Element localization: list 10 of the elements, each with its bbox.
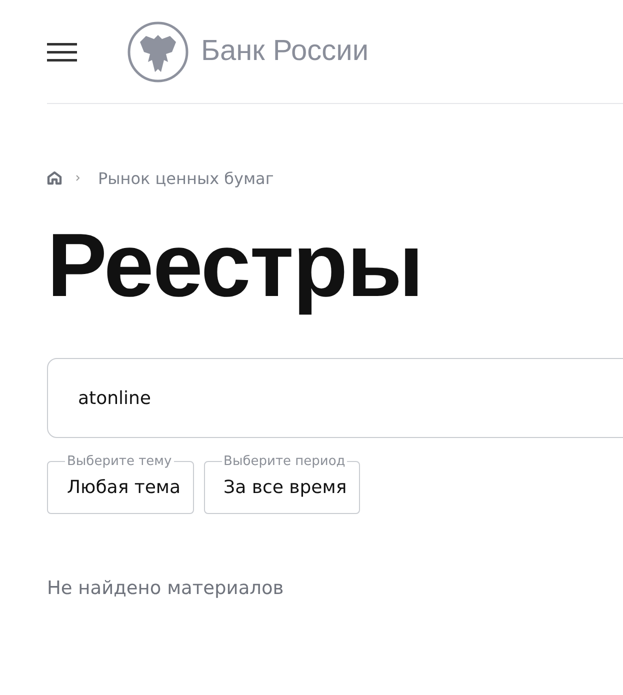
page-title: Реестры (47, 216, 424, 316)
empty-message: Не найдено материалов (47, 578, 285, 599)
filter-dropdown[interactable]: Выберите период За все время (204, 454, 360, 514)
breadcrumb-link[interactable]: Рынок ценных бумаг (98, 168, 274, 188)
chevron-icon (76, 175, 80, 181)
menu-icon[interactable] (47, 42, 77, 62)
home-icon[interactable] (47, 171, 62, 185)
search-field[interactable]: atonline (47, 358, 623, 438)
filter-dropdown[interactable]: Выберите тему Любая тема (47, 454, 194, 514)
emblem-icon[interactable] (127, 20, 189, 82)
